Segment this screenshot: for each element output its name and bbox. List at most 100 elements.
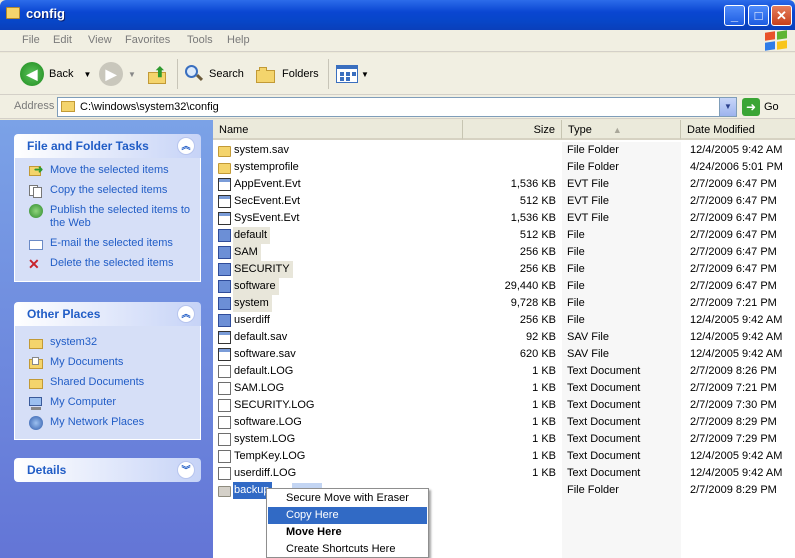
column-header-type[interactable]: Type ▲ (562, 120, 681, 140)
menu-edit[interactable]: Edit (53, 34, 72, 46)
file-size: 512 KB (519, 229, 556, 241)
file-size: 1 KB (532, 416, 556, 428)
table-row[interactable]: SECURITY 256 KB File 2/7/2009 6:47 PM (213, 261, 795, 278)
place-my-network-places[interactable]: My Network Places (15, 416, 196, 430)
task-move[interactable]: ➜ Move the selected items (15, 164, 196, 177)
file-size: 9,728 KB (510, 297, 556, 309)
file-date: 4/24/2006 5:01 PM (690, 161, 783, 173)
up-folder-button[interactable]: ⬆ (148, 61, 168, 87)
address-bar: Address C:\windows\system32\config ▼ ➜ G… (0, 95, 795, 119)
place-shared-documents[interactable]: Shared Documents (15, 376, 196, 389)
folders-button[interactable]: Folders (256, 61, 319, 87)
forward-button[interactable]: ▶ ▼ (99, 61, 136, 87)
file-size: 1 KB (532, 450, 556, 462)
collapse-chevron-icon[interactable]: ︽ (177, 137, 195, 155)
table-row[interactable]: system 9,728 KB File 2/7/2009 7:21 PM (213, 295, 795, 312)
place-my-computer[interactable]: My Computer (15, 396, 196, 410)
chevron-down-icon[interactable]: ▼ (83, 70, 91, 79)
menu-file[interactable]: File (22, 34, 40, 46)
file-size: 256 KB (519, 314, 556, 326)
title-bar: config _ □ ✕ (0, 0, 795, 30)
file-date: 2/7/2009 8:29 PM (690, 416, 777, 428)
maximize-button[interactable]: □ (748, 5, 769, 26)
go-button[interactable]: ➜ Go (742, 98, 779, 116)
table-row[interactable]: default.sav 92 KB SAV File 12/4/2005 9:42 A… (213, 329, 795, 346)
address-dropdown-button[interactable]: ▼ (719, 98, 736, 116)
panel-header[interactable]: File and Folder Tasks ︽ (14, 134, 201, 158)
file-size: 1 KB (532, 365, 556, 377)
column-header-size[interactable]: Size (463, 120, 562, 140)
file-type: Text Document (567, 433, 641, 445)
menu-help[interactable]: Help (227, 34, 250, 46)
menu-item-move-here[interactable]: Move Here (268, 524, 427, 541)
table-row[interactable]: AppEvent.Evt 1,536 KB EVT File 2/7/2009 6:4… (213, 176, 795, 193)
file-name: systemprofile (234, 161, 299, 173)
table-row[interactable]: SysEvent.Evt 1,536 KB EVT File 2/7/2009 6:4… (213, 210, 795, 227)
address-path: C:\windows\system32\config (80, 101, 219, 113)
task-copy[interactable]: Copy the selected items (15, 184, 196, 198)
expand-chevron-icon[interactable]: ︾ (177, 461, 195, 479)
table-row[interactable]: systemprofile File Folder 4/24/2006 5:01 P… (213, 159, 795, 176)
task-delete[interactable]: ✕ Delete the selected items (15, 257, 196, 271)
chevron-down-icon[interactable]: ▼ (128, 70, 136, 79)
place-label: Shared Documents (50, 376, 145, 388)
back-button[interactable]: ◀ Back ▼ (20, 61, 91, 87)
column-header-date[interactable]: Date Modified (681, 120, 795, 140)
place-system32[interactable]: system32 (15, 336, 196, 349)
file-size: 620 KB (519, 348, 556, 360)
menu-item-create-shortcuts[interactable]: Create Shortcuts Here (268, 541, 427, 558)
table-row[interactable]: userdiff 256 KB File 12/4/2005 9:42 AM (213, 312, 795, 329)
file-icon (218, 212, 231, 225)
column-header-label: Type (568, 124, 592, 136)
panel-header[interactable]: Details ︾ (14, 458, 201, 482)
file-date: 2/7/2009 8:26 PM (690, 365, 777, 377)
views-button[interactable]: ▼ (336, 61, 369, 87)
table-row[interactable]: software.LOG 1 KB Text Document 2/7/2009 8:… (213, 414, 795, 431)
menu-favorites[interactable]: Favorites (125, 34, 170, 46)
table-row[interactable]: SAM.LOG 1 KB Text Document 2/7/2009 7:21 PM (213, 380, 795, 397)
menu-tools[interactable]: Tools (187, 34, 213, 46)
menu-view[interactable]: View (88, 34, 112, 46)
forward-arrow-icon: ▶ (99, 62, 123, 86)
table-row[interactable]: software 29,440 KB File 2/7/2009 6:47 PM (213, 278, 795, 295)
file-size: 1 KB (532, 433, 556, 445)
table-row[interactable]: SECURITY.LOG 1 KB Text Document 2/7/2009 7:… (213, 397, 795, 414)
table-row[interactable]: default 512 KB File 2/7/2009 6:47 PM (213, 227, 795, 244)
file-name: SECURITY.LOG (234, 399, 315, 411)
place-my-documents[interactable]: My Documents (15, 356, 196, 369)
table-row[interactable]: SecEvent.Evt 512 KB EVT File 2/7/2009 6:47 … (213, 193, 795, 210)
file-name: software.sav (234, 348, 296, 360)
folders-label: Folders (282, 68, 319, 80)
file-size: 92 KB (526, 331, 556, 343)
table-row[interactable]: userdiff.LOG 1 KB Text Document 12/4/2005 9… (213, 465, 795, 482)
file-date: 2/7/2009 6:47 PM (690, 178, 777, 190)
text-document-icon (218, 365, 231, 378)
close-button[interactable]: ✕ (771, 5, 792, 26)
computer-icon (28, 396, 44, 410)
table-row[interactable]: default.LOG 1 KB Text Document 2/7/2009 8:2… (213, 363, 795, 380)
search-button[interactable]: Search (183, 61, 244, 87)
file-icon (218, 314, 231, 327)
table-row[interactable]: system.LOG 1 KB Text Document 2/7/2009 7:29… (213, 431, 795, 448)
table-row[interactable]: system.sav File Folder 12/4/2005 9:42 AM (213, 142, 795, 159)
panel-header[interactable]: Other Places ︽ (14, 302, 201, 326)
menu-item-secure-move[interactable]: Secure Move with Eraser (268, 490, 427, 507)
collapse-chevron-icon[interactable]: ︽ (177, 305, 195, 323)
file-date: 2/7/2009 7:21 PM (690, 382, 777, 394)
go-arrow-icon: ➜ (742, 98, 760, 116)
menu-item-copy-here[interactable]: Copy Here (268, 507, 427, 524)
column-header-name[interactable]: Name (213, 120, 463, 140)
chevron-down-icon[interactable]: ▼ (361, 70, 369, 79)
file-name: system.sav (234, 144, 290, 156)
address-input[interactable]: C:\windows\system32\config ▼ (57, 97, 737, 117)
task-publish[interactable]: Publish the selected items to the Web (15, 204, 196, 230)
table-row[interactable]: software.sav 620 KB SAV File 12/4/2005 9:42… (213, 346, 795, 363)
search-icon (183, 64, 204, 84)
minimize-button[interactable]: _ (724, 5, 745, 26)
table-row[interactable]: TempKey.LOG 1 KB Text Document 12/4/2005 9:… (213, 448, 795, 465)
table-row[interactable]: SAM 256 KB File 2/7/2009 6:47 PM (213, 244, 795, 261)
file-type: EVT File (567, 195, 609, 207)
file-name: software (233, 278, 279, 295)
task-email[interactable]: E-mail the selected items (15, 237, 196, 250)
place-label: My Network Places (50, 416, 145, 428)
